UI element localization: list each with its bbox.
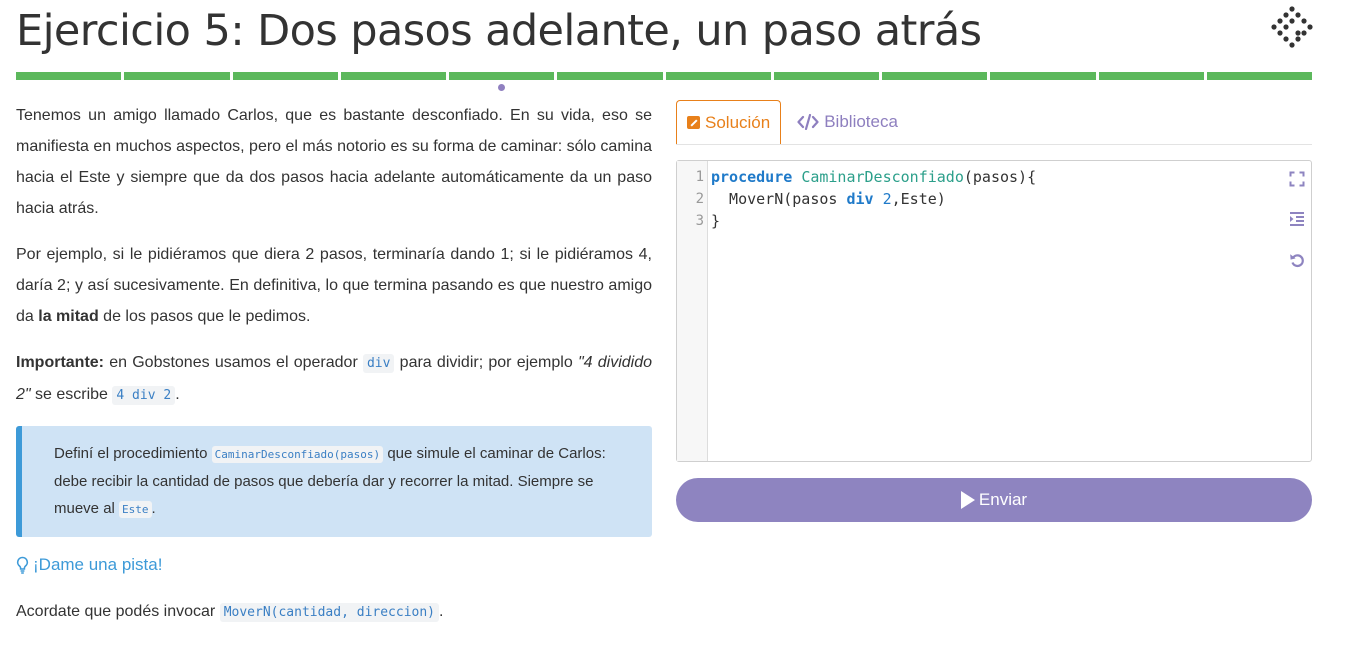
code-line: procedure CaminarDesconfiado(pasos){ <box>711 166 1036 188</box>
send-label: Enviar <box>978 490 1028 509</box>
line-number: 3 <box>695 213 704 229</box>
progress-segment[interactable] <box>124 72 230 80</box>
important-label: Importante: <box>16 354 104 371</box>
inline-code: 4 div 2 <box>112 386 176 405</box>
tab-solution[interactable]: Solución <box>676 100 782 144</box>
statement-paragraph-3: Importante: en Gobstones usamos el opera… <box>16 347 652 411</box>
statement-text: se escribe <box>30 386 113 403</box>
progress-segment[interactable] <box>990 72 1096 80</box>
indent-icon[interactable] <box>1289 211 1305 227</box>
inline-code: MoverN(cantidad, direccion) <box>219 603 440 622</box>
code-function-name: CaminarDesconfiado <box>801 168 964 186</box>
note-text: . <box>439 603 444 620</box>
progress-segment[interactable] <box>16 72 122 80</box>
tab-library-label: Biblioteca <box>824 112 898 131</box>
progress-bar <box>16 72 1312 80</box>
code-keyword: procedure <box>711 168 793 186</box>
edit-icon <box>687 116 700 129</box>
progress-segment[interactable] <box>773 72 879 80</box>
callout-text: . <box>151 500 156 517</box>
mumuki-logo-icon <box>1271 6 1313 48</box>
statement-bold: la mitad <box>38 308 99 325</box>
reset-icon[interactable] <box>1289 252 1305 268</box>
current-exercise-marker <box>498 84 505 91</box>
code-line: MoverN(pasos div 2,Este) <box>711 188 1036 210</box>
page-title: Ejercicio 5: Dos pasos adelante, un paso… <box>16 6 982 56</box>
task-callout: Definí el procedimiento CaminarDesconfia… <box>16 426 652 537</box>
statement-text: en Gobstones usamos el operador <box>104 354 363 371</box>
progress-segment[interactable] <box>340 72 446 80</box>
inline-code: div <box>362 354 395 373</box>
progress-segment[interactable] <box>1206 72 1312 80</box>
statement-text: para dividir; por ejemplo <box>394 354 578 371</box>
inline-code: Este <box>119 501 152 518</box>
statement-text: de los pasos que le pedimos. <box>98 308 311 325</box>
statement-paragraph-1: Tenemos un amigo llamado Carlos, que es … <box>16 107 652 217</box>
progress-segment[interactable] <box>1098 72 1204 80</box>
line-number: 1 <box>695 169 704 185</box>
progress-segment[interactable] <box>665 72 771 80</box>
code-text: ,Este) <box>891 190 946 208</box>
inline-code: CaminarDesconfiado(pasos) <box>211 446 384 463</box>
hint-label: ¡Dame una pista! <box>33 555 163 574</box>
code-keyword: div <box>846 190 874 208</box>
statement-text: . <box>175 386 180 403</box>
code-text: (pasos){ <box>963 168 1037 186</box>
callout-text: Definí el procedimiento <box>54 445 212 462</box>
play-icon <box>960 491 975 509</box>
note-text: Acordate que podés invocar <box>16 603 220 620</box>
hint-link[interactable]: ¡Dame una pista! <box>16 549 652 580</box>
code-line: } <box>711 210 1036 232</box>
editor-tabs: Solución Biblioteca <box>676 100 1312 145</box>
code-text: } <box>711 212 721 230</box>
progress-segment[interactable] <box>882 72 988 80</box>
tab-solution-label: Solución <box>705 112 771 132</box>
progress-segment[interactable] <box>557 72 663 80</box>
note-paragraph: Acordate que podés invocar MoverN(cantid… <box>16 596 652 628</box>
send-button[interactable]: Enviar <box>676 478 1312 522</box>
lightbulb-icon <box>16 556 29 574</box>
code-content[interactable]: procedure CaminarDesconfiado(pasos){ Mov… <box>711 166 1036 232</box>
tab-library[interactable]: Biblioteca <box>787 100 908 144</box>
code-text: MoverN(pasos <box>711 190 847 208</box>
statement-paragraph-2: Por ejemplo, si le pidiéramos que diera … <box>16 239 652 332</box>
line-numbers: 1 2 3 <box>677 166 704 232</box>
progress-segment-current[interactable] <box>449 72 555 80</box>
code-editor[interactable]: 1 2 3 procedure CaminarDesconfiado(pasos… <box>676 160 1312 462</box>
code-icon <box>797 114 819 130</box>
line-number: 2 <box>695 191 704 207</box>
code-number: 2 <box>882 190 892 208</box>
progress-segment[interactable] <box>232 72 338 80</box>
fullscreen-icon[interactable] <box>1289 171 1305 187</box>
exercise-statement: Tenemos un amigo llamado Carlos, que es … <box>16 100 652 643</box>
solution-panel: Solución Biblioteca 1 2 3 procedure Cami… <box>676 100 1312 522</box>
